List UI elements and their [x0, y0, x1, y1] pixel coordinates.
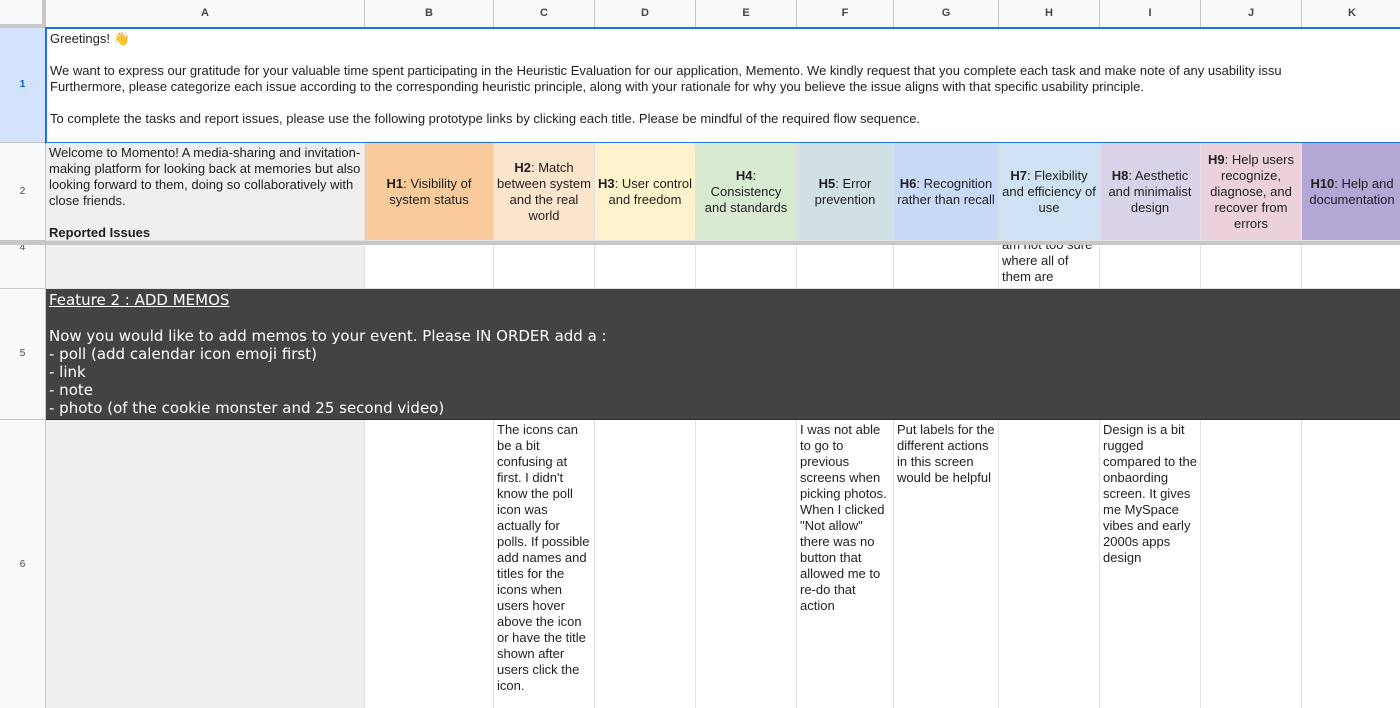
- row-header-2[interactable]: 2: [0, 143, 46, 241]
- intro-line-3: To complete the tasks and report issues,…: [50, 111, 921, 126]
- feature-2-item: - note: [49, 381, 93, 399]
- row-header-5[interactable]: 5: [0, 289, 46, 420]
- column-header-f[interactable]: F: [797, 0, 894, 28]
- heuristic-h1-header[interactable]: H1: Visibility of system status: [365, 143, 494, 241]
- heuristic-h7-header[interactable]: H7: Flexibility and efficiency of use: [999, 143, 1100, 241]
- row6-col-f[interactable]: I was not able to go to previous screens…: [797, 420, 894, 708]
- row4-col-d[interactable]: [595, 245, 696, 289]
- welcome-text: Welcome to Momento! A media-sharing and …: [49, 145, 361, 208]
- column-header-b[interactable]: B: [365, 0, 494, 28]
- welcome-cell[interactable]: Welcome to Momento! A media-sharing and …: [46, 143, 365, 241]
- column-header-d[interactable]: D: [595, 0, 696, 28]
- row6-col-k[interactable]: [1302, 420, 1400, 708]
- h1-code: H1: [386, 175, 404, 191]
- row-header-6[interactable]: 6: [0, 420, 46, 708]
- row6-col-c[interactable]: The icons can be a bit confusing at firs…: [494, 420, 595, 708]
- column-header-k[interactable]: K: [1302, 0, 1400, 28]
- h5-code: H5: [818, 175, 836, 191]
- h10-code: H10: [1310, 175, 1335, 191]
- row-header-4[interactable]: 4: [0, 245, 46, 289]
- feature-2-cell[interactable]: Feature 2 : ADD MEMOS Now you would like…: [46, 289, 1400, 420]
- h3-code: H3: [598, 175, 615, 191]
- feature-2-item: - photo (of the cookie monster and 25 se…: [49, 399, 445, 417]
- reported-issues-label: Reported Issues: [49, 225, 151, 240]
- h3-label: : User control and freedom: [608, 175, 692, 207]
- feature-2-item: - poll (add calendar icon emoji first): [49, 345, 317, 363]
- row6-h6-comment: Put labels for the different actions in …: [897, 422, 995, 485]
- row4-col-i[interactable]: [1100, 245, 1201, 289]
- row6-col-g[interactable]: Put labels for the different actions in …: [894, 420, 999, 708]
- row4-col-e[interactable]: [696, 245, 797, 289]
- h2-code: H2: [514, 159, 531, 175]
- heuristic-h2-header[interactable]: H2: Match between system and the real wo…: [494, 143, 595, 241]
- select-all-corner[interactable]: [0, 0, 46, 28]
- intro-line-2: Furthermore, please categorize each issu…: [50, 79, 1145, 94]
- column-header-j[interactable]: J: [1201, 0, 1302, 28]
- column-header-e[interactable]: E: [696, 0, 797, 28]
- heuristic-h9-header[interactable]: H9: Help users recognize, diagnose, and …: [1201, 143, 1302, 241]
- row6-col-a[interactable]: [46, 420, 365, 708]
- h9-code: H9: [1208, 151, 1225, 167]
- row6-col-e[interactable]: [696, 420, 797, 708]
- row4-col-h[interactable]: am not too sure where all of them are: [999, 245, 1100, 289]
- row4-col-f[interactable]: [797, 245, 894, 289]
- feature-2-title: Feature 2 : ADD MEMOS: [49, 291, 230, 309]
- column-header-c[interactable]: C: [494, 0, 595, 28]
- greeting-text: Greetings! 👋: [50, 31, 130, 46]
- intro-cell[interactable]: Greetings! 👋 We want to express our grat…: [46, 28, 1400, 143]
- row6-col-b[interactable]: [365, 420, 494, 708]
- row6-h5-comment: I was not able to go to previous screens…: [800, 422, 887, 613]
- heuristic-h3-header[interactable]: H3: User control and freedom: [595, 143, 696, 241]
- row4-col-k[interactable]: [1302, 245, 1400, 289]
- heuristic-h4-header[interactable]: H4: Consistency and standards: [696, 143, 797, 241]
- h7-code: H7: [1010, 167, 1027, 183]
- row4-col-b[interactable]: [365, 245, 494, 289]
- row6-col-d[interactable]: [595, 420, 696, 708]
- column-header-i[interactable]: I: [1100, 0, 1201, 28]
- heuristic-h8-header[interactable]: H8: Aesthetic and minimalist design: [1100, 143, 1201, 241]
- column-header-a[interactable]: A: [46, 0, 365, 28]
- feature-2-item: - link: [49, 363, 86, 381]
- intro-line-1: We want to express our gratitude for you…: [50, 63, 1282, 78]
- row6-col-j[interactable]: [1201, 420, 1302, 708]
- h2-label: : Match between system and the real worl…: [497, 159, 591, 223]
- row4-col-a[interactable]: [46, 245, 365, 289]
- row4-col-g[interactable]: [894, 245, 999, 289]
- heuristic-h6-header[interactable]: H6: Recognition rather than recall: [894, 143, 999, 241]
- spreadsheet-grid: A B C D E F G H I J K 1 2 4 5 6 Greeting…: [0, 0, 1400, 708]
- row6-col-h[interactable]: [999, 420, 1100, 708]
- row-header-1[interactable]: 1: [0, 28, 46, 143]
- column-header-g[interactable]: G: [894, 0, 999, 28]
- row6-h2-comment: The icons can be a bit confusing at firs…: [497, 422, 590, 693]
- heuristic-h10-header[interactable]: H10: Help and documentation: [1302, 143, 1400, 241]
- heuristic-h5-header[interactable]: H5: Error prevention: [797, 143, 894, 241]
- row4-col-j[interactable]: [1201, 245, 1302, 289]
- row4-h7-comment: am not too sure where all of them are: [1002, 245, 1092, 284]
- h4-code: H4: [735, 167, 753, 183]
- row4-col-c[interactable]: [494, 245, 595, 289]
- feature-2-instruction: Now you would like to add memos to your …: [49, 327, 607, 345]
- h6-code: H6: [899, 175, 917, 191]
- row6-col-i[interactable]: Design is a bit rugged compared to the o…: [1100, 420, 1201, 708]
- row6-h8-comment: Design is a bit rugged compared to the o…: [1103, 422, 1197, 565]
- column-header-h[interactable]: H: [999, 0, 1100, 28]
- h8-code: H8: [1111, 167, 1129, 183]
